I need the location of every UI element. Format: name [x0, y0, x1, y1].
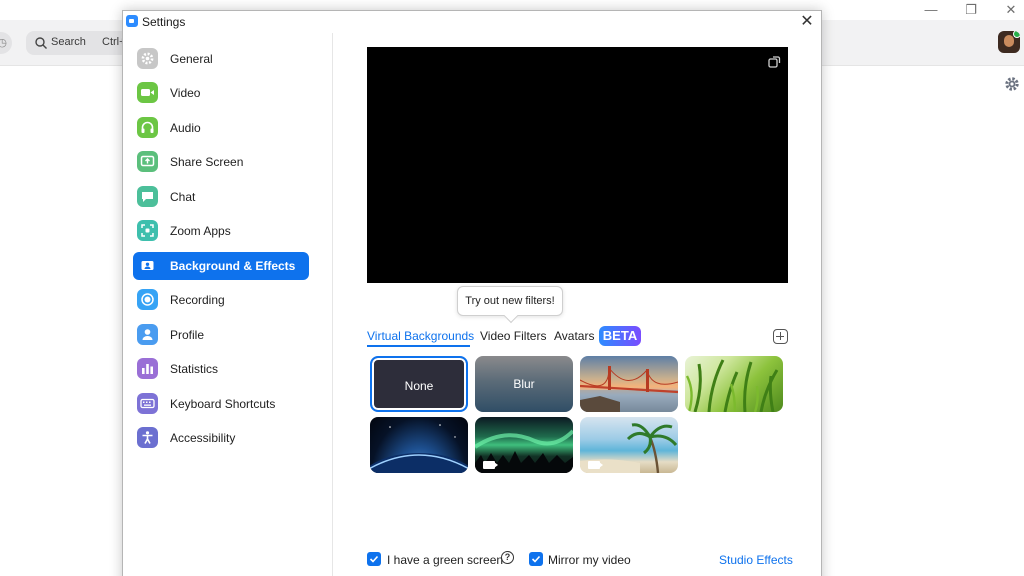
sidebar-item-zoom-apps[interactable]: Zoom Apps	[133, 217, 309, 245]
sidebar-item-label: Background & Effects	[170, 259, 296, 273]
mirror-video-label[interactable]: Mirror my video	[548, 553, 631, 567]
close-app-icon[interactable]: ✕	[996, 1, 1024, 19]
tab-virtual-backgrounds[interactable]: Virtual Backgrounds	[367, 329, 474, 343]
keyboard-icon	[137, 393, 158, 414]
avatar-face	[1004, 35, 1014, 47]
statistics-icon	[137, 358, 158, 379]
sidebar-item-label: Audio	[170, 121, 201, 135]
checkmark-icon	[369, 555, 379, 563]
sidebar-item-background-effects[interactable]: Background & Effects	[133, 252, 309, 280]
sidebar-item-video[interactable]: Video	[133, 79, 309, 107]
video-background-icon	[483, 461, 498, 469]
profile-icon	[137, 324, 158, 345]
gear-icon	[137, 48, 158, 69]
checkmark-icon	[531, 555, 541, 563]
help-icon[interactable]: ?	[501, 551, 514, 564]
beta-badge: BETA	[599, 326, 641, 346]
sidebar-item-accessibility[interactable]: Accessibility	[133, 424, 309, 452]
sidebar-item-chat[interactable]: Chat	[133, 183, 309, 211]
rotate-camera-icon[interactable]	[767, 55, 781, 69]
record-icon	[137, 289, 158, 310]
sidebar-item-recording[interactable]: Recording	[133, 286, 309, 314]
minimize-icon[interactable]: —	[916, 1, 946, 19]
share-screen-icon	[137, 151, 158, 172]
user-avatar[interactable]	[998, 31, 1020, 53]
sidebar-item-label: Chat	[170, 190, 196, 204]
sidebar-item-label: Video	[170, 86, 201, 100]
zoom-apps-icon	[137, 220, 158, 241]
sidebar-item-label: Profile	[170, 328, 205, 342]
sidebar-item-label: General	[170, 52, 213, 66]
search-icon	[35, 37, 47, 49]
close-button[interactable]: ✕	[797, 12, 817, 32]
background-option-none[interactable]: None	[370, 356, 468, 412]
background-option-earth[interactable]	[370, 417, 468, 473]
sidebar-item-label: Share Screen	[170, 155, 244, 169]
background-option-grass[interactable]	[685, 356, 783, 412]
sidebar-item-label: Statistics	[170, 362, 219, 376]
app-settings-gear-icon[interactable]	[1004, 76, 1020, 92]
camera-preview	[367, 47, 788, 283]
sidebar-item-audio[interactable]: Audio	[133, 114, 309, 142]
background-option-label: Blur	[513, 377, 535, 391]
sidebar-item-label: Recording	[170, 293, 225, 307]
tab-avatars[interactable]: Avatars	[554, 329, 594, 343]
settings-dialog: Settings ✕ General Video Audio Share Scr…	[122, 10, 822, 576]
tab-video-filters[interactable]: Video Filters	[480, 329, 546, 343]
search-label: Search	[51, 36, 86, 48]
dialog-title: Settings	[142, 15, 186, 29]
background-option-beach[interactable]	[580, 417, 678, 473]
background-option-golden-gate[interactable]	[580, 356, 678, 412]
sidebar-item-keyboard-shortcuts[interactable]: Keyboard Shortcuts	[133, 390, 309, 418]
video-camera-icon	[137, 82, 158, 103]
studio-effects-link[interactable]: Studio Effects	[719, 553, 793, 567]
sidebar-item-label: Zoom Apps	[170, 224, 231, 238]
green-screen-label[interactable]: I have a green screen	[387, 553, 503, 567]
accessibility-icon	[137, 427, 158, 448]
sidebar-item-statistics[interactable]: Statistics	[133, 355, 309, 383]
restore-icon[interactable]: ❐	[956, 1, 986, 19]
dialog-titlebar: Settings ✕	[123, 11, 821, 33]
headphones-icon	[137, 117, 158, 138]
sidebar-item-label: Accessibility	[170, 431, 236, 445]
presence-status-icon	[1013, 31, 1020, 38]
background-option-blur[interactable]: Blur	[475, 356, 573, 412]
chat-bubble-icon	[137, 186, 158, 207]
sidebar-item-general[interactable]: General	[133, 45, 309, 73]
zoom-app-icon	[126, 15, 138, 27]
sidebar-item-profile[interactable]: Profile	[133, 321, 309, 349]
sidebar-item-share-screen[interactable]: Share Screen	[133, 148, 309, 176]
background-option-label: None	[404, 379, 434, 393]
add-background-button[interactable]	[773, 329, 788, 344]
mirror-video-checkbox[interactable]	[529, 552, 543, 566]
earth-image	[370, 424, 468, 473]
active-tab-underline	[367, 345, 470, 347]
background-icon	[137, 255, 158, 276]
sidebar-item-label: Keyboard Shortcuts	[170, 397, 276, 411]
settings-sidebar: General Video Audio Share Screen Chat Zo…	[123, 33, 333, 576]
background-option-aurora[interactable]	[475, 417, 573, 473]
grass-image	[685, 359, 779, 412]
green-screen-checkbox[interactable]	[367, 552, 381, 566]
golden-gate-image	[580, 366, 678, 412]
search-bar[interactable]: Search Ctrl+	[26, 31, 136, 55]
video-background-icon	[588, 461, 603, 469]
